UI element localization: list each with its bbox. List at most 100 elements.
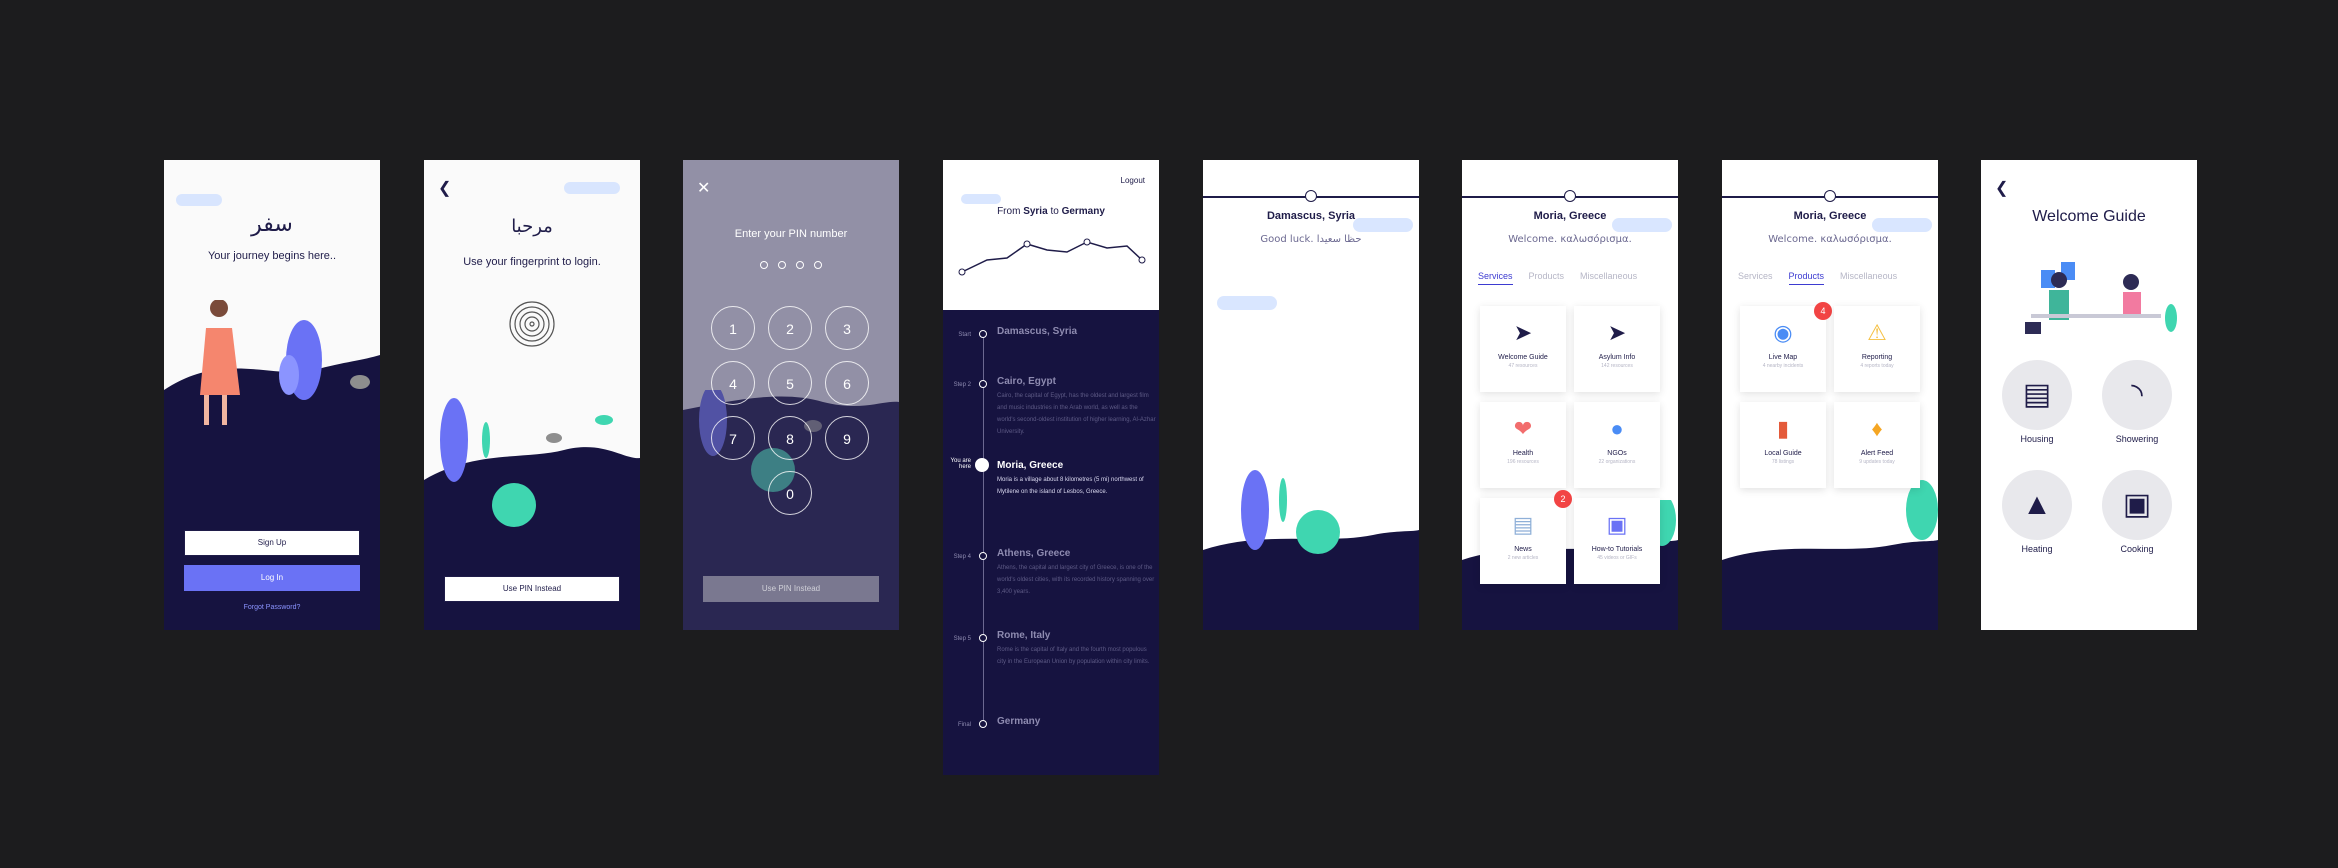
- cloud-decoration: [564, 182, 620, 194]
- card-how-to-tutorials[interactable]: ▣ How-to Tutorials 45 videos or GIFs: [1574, 498, 1660, 584]
- guide-item-cooking[interactable]: ▣ Cooking: [2097, 470, 2177, 554]
- use-pin-button[interactable]: Use PIN Instead: [444, 576, 620, 602]
- step-title[interactable]: Athens, Greece: [997, 548, 1070, 559]
- close-icon[interactable]: ✕: [697, 178, 710, 198]
- pin-key-9[interactable]: 9: [825, 416, 869, 460]
- warning-icon: ⚠: [1867, 320, 1887, 345]
- timeline-dot: [979, 552, 987, 560]
- step-title[interactable]: Damascus, Syria: [997, 326, 1077, 337]
- step-title[interactable]: Germany: [997, 716, 1040, 727]
- tab-services[interactable]: Services: [1478, 271, 1513, 285]
- card-title: Asylum Info: [1598, 354, 1636, 361]
- logout-link[interactable]: Logout: [1121, 176, 1145, 185]
- pin-key-4[interactable]: 4: [711, 361, 755, 405]
- pin-key-2[interactable]: 2: [768, 306, 812, 350]
- tab-products[interactable]: Products: [1788, 271, 1825, 285]
- pin-key-0[interactable]: 0: [768, 471, 812, 515]
- back-chevron-icon[interactable]: ❮: [438, 178, 451, 198]
- step-description: Moria is a village about 8 kilometres (5…: [997, 477, 1144, 495]
- step-title[interactable]: Cairo, Egypt: [997, 376, 1056, 387]
- step-label: Final: [957, 722, 971, 728]
- card-health[interactable]: ❤ Health 196 resources: [1480, 402, 1566, 488]
- notification-badge: 2: [1554, 490, 1572, 508]
- card-subtitle: 4 reports today: [1860, 363, 1894, 369]
- services-screen: Moria, Greece Welcome. καλωσόρισμα. Serv…: [1462, 160, 1678, 630]
- guide-label: Housing: [2020, 434, 2054, 444]
- pin-key-7[interactable]: 7: [711, 416, 755, 460]
- pin-prompt: Enter your PIN number: [734, 228, 848, 240]
- back-chevron-icon[interactable]: ❮: [1995, 178, 2008, 198]
- destination-country: Germany: [1061, 206, 1105, 217]
- step-label: Start: [958, 332, 971, 338]
- book-pin-icon: ▮: [1776, 416, 1790, 441]
- heart-hand-icon: ❤: [1513, 416, 1533, 441]
- globe-icon: ◉: [1773, 320, 1793, 345]
- fingerprint-instruction: Use your fingerprint to login.: [463, 256, 601, 268]
- card-subtitle: 45 videos or GIFs: [1597, 555, 1637, 561]
- cloud-decoration: [176, 194, 222, 206]
- plants-illustration: [1203, 470, 1419, 630]
- greeting: Welcome. καλωσόρισμα.: [1508, 234, 1632, 245]
- tab-miscellaneous[interactable]: Miscellaneous: [1580, 271, 1637, 281]
- cloud-decoration: [1353, 218, 1413, 232]
- tab-products[interactable]: Products: [1529, 271, 1565, 281]
- guide-item-heating[interactable]: ▲ Heating: [1997, 470, 2077, 554]
- step-description: Athens, the capital and largest city of …: [997, 565, 1155, 595]
- current-location-dot: [975, 458, 989, 472]
- card-news[interactable]: ▤ News 2 new articles: [1480, 498, 1566, 584]
- card-local-guide[interactable]: ▮ Local Guide 78 listings: [1740, 402, 1826, 488]
- progress-marker: [1824, 190, 1836, 202]
- sign-up-button[interactable]: Sign Up: [184, 530, 360, 556]
- category-tabs: Services Products Miscellaneous: [1478, 266, 1653, 285]
- pin-key-8[interactable]: 8: [768, 416, 812, 460]
- signpost-icon: ➤: [1607, 320, 1627, 345]
- cloud-decoration: [1217, 296, 1277, 310]
- step-title[interactable]: Rome, Italy: [997, 630, 1050, 641]
- step-label-current: You are here: [950, 458, 971, 470]
- pin-key-6[interactable]: 6: [825, 361, 869, 405]
- card-ngos[interactable]: ● NGOs 22 organizations: [1574, 402, 1660, 488]
- step-label: Step 5: [953, 636, 971, 642]
- step-description: Cairo, the capital of Egypt, has the old…: [997, 393, 1156, 435]
- forgot-password-link[interactable]: Forgot Password?: [164, 604, 380, 611]
- card-title: Health: [1512, 450, 1534, 457]
- tagline: Your journey begins here..: [207, 250, 336, 262]
- card-subtitle: 196 resources: [1507, 459, 1539, 465]
- people-talking-illustration: [2025, 262, 2177, 334]
- bathtub-icon: ◝: [2102, 360, 2172, 430]
- from-prefix: From: [997, 206, 1021, 217]
- step-title-current[interactable]: Moria, Greece: [997, 460, 1063, 471]
- log-in-button[interactable]: Log In: [184, 565, 360, 591]
- signpost-icon: ➤: [1513, 320, 1533, 345]
- fingerprint-icon[interactable]: [508, 298, 556, 350]
- card-asylum-info[interactable]: ➤ Asylum Info 142 resources: [1574, 306, 1660, 392]
- heater-icon: ▲: [2002, 470, 2072, 540]
- notification-badge: 4: [1814, 302, 1832, 320]
- use-pin-button[interactable]: Use PIN Instead: [703, 576, 879, 602]
- greeting: Good luck. حظا سعيدا: [1260, 234, 1362, 245]
- pin-indicator: [683, 256, 899, 274]
- pin-key-3[interactable]: 3: [825, 306, 869, 350]
- step-label: Step 2: [953, 382, 971, 388]
- card-subtitle: 2 new articles: [1507, 555, 1539, 561]
- guide-item-housing[interactable]: ▤ Housing: [1997, 360, 2077, 444]
- card-welcome-guide[interactable]: ➤ Welcome Guide 47 resources: [1480, 306, 1566, 392]
- origin-country: Syria: [1023, 206, 1048, 217]
- pin-key-1[interactable]: 1: [711, 306, 755, 350]
- card-alert-feed[interactable]: ♦ Alert Feed 9 updates today: [1834, 402, 1920, 488]
- card-live-map[interactable]: ◉ Live Map 4 nearby incidents: [1740, 306, 1826, 392]
- tab-services[interactable]: Services: [1738, 271, 1773, 281]
- pin-key-5[interactable]: 5: [768, 361, 812, 405]
- card-subtitle: 9 updates today: [1859, 459, 1895, 465]
- timeline-dot: [979, 380, 987, 388]
- timeline-dot: [979, 634, 987, 642]
- tab-miscellaneous[interactable]: Miscellaneous: [1840, 271, 1897, 281]
- timeline-dot: [979, 720, 987, 728]
- cloud-decoration: [1872, 218, 1932, 232]
- card-subtitle: 4 nearby incidents: [1762, 363, 1804, 369]
- card-subtitle: 22 organizations: [1598, 459, 1636, 465]
- timeline-track: [983, 332, 984, 722]
- card-reporting[interactable]: ⚠ Reporting 4 reports today: [1834, 306, 1920, 392]
- guide-item-showering[interactable]: ◝ Showering: [2097, 360, 2177, 444]
- card-title: Reporting: [1861, 354, 1893, 361]
